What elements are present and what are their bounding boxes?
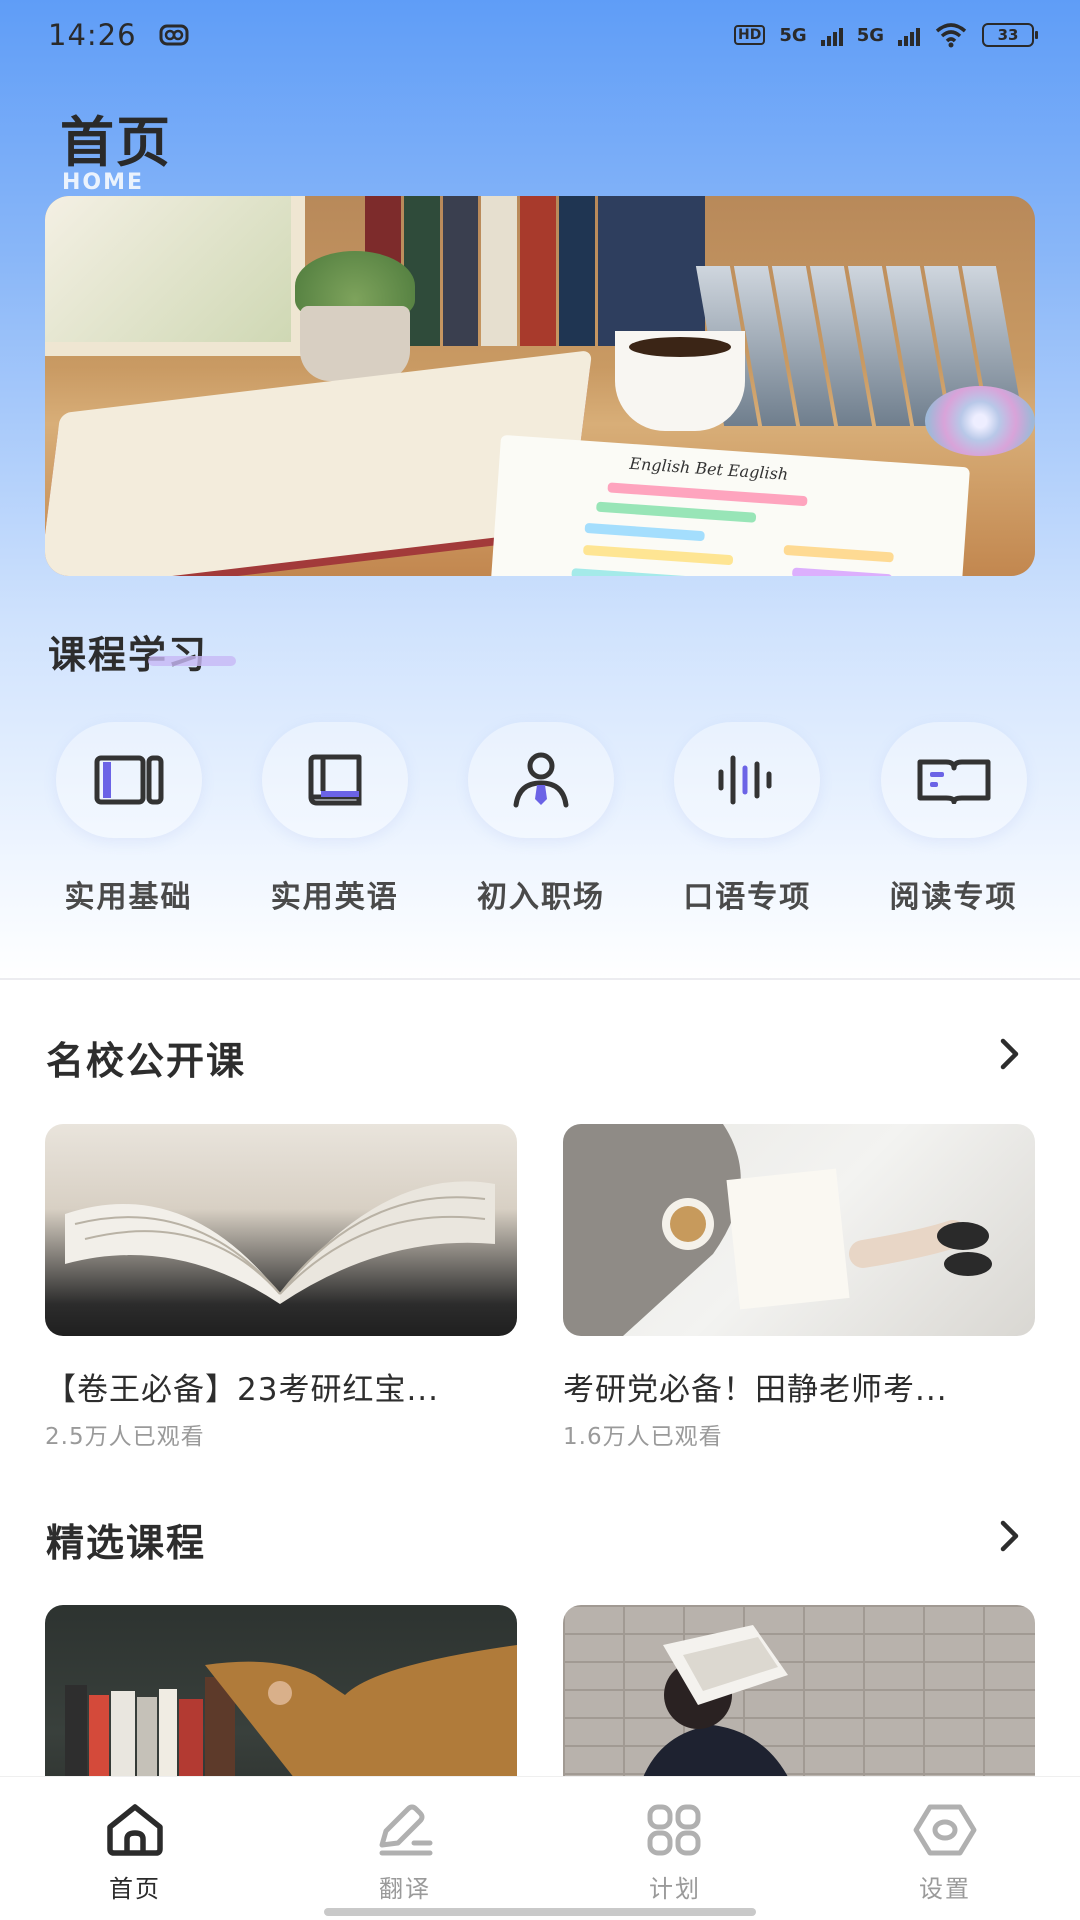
status-indicators: HD 5G 5G 33 xyxy=(734,22,1038,48)
settings-hexagon-icon xyxy=(913,1804,977,1856)
home-indicator[interactable] xyxy=(324,1908,756,1916)
open-course-card[interactable]: 【卷王必备】23考研红宝... 2.5万人已观看 xyxy=(45,1124,517,1451)
nav-plan[interactable]: 计划 xyxy=(575,1777,775,1920)
page-subtitle: HOME xyxy=(62,170,145,195)
hero-banner[interactable]: English Bet Eaglish xyxy=(45,196,1035,576)
category-practical-english[interactable]: 实用英语 xyxy=(252,722,417,916)
home-icon xyxy=(107,1804,163,1856)
hero-bookshelf-illustration xyxy=(365,196,706,346)
category-label: 阅读专项 xyxy=(889,880,1018,915)
hero-window-illustration xyxy=(45,196,305,356)
category-speaking[interactable]: 口语专项 xyxy=(665,722,830,916)
open-book-photo xyxy=(65,1181,495,1304)
chevron-right-icon xyxy=(1000,1520,1019,1552)
status-time-group: 14:26 xyxy=(48,18,189,52)
hd-badge: HD xyxy=(734,25,766,45)
nav-translate-label: 翻译 xyxy=(379,1875,431,1903)
signal-icon-2 xyxy=(898,24,920,46)
battery-icon: 33 xyxy=(982,23,1038,47)
nav-home-label: 首页 xyxy=(109,1875,161,1903)
category-icon-container xyxy=(468,722,614,838)
category-label: 初入职场 xyxy=(477,880,605,915)
course-views: 2.5万人已观看 xyxy=(45,1424,205,1450)
featured-section-title: 精选课程 xyxy=(46,1521,207,1565)
course-title: 考研党必备！田静老师考... xyxy=(563,1372,948,1408)
wifi-icon xyxy=(935,23,967,48)
status-bar: 14:26 HD 5G 5G 33 xyxy=(0,0,1080,70)
hero-coffee-cup-illustration xyxy=(615,331,745,431)
signal-icon xyxy=(820,24,843,46)
course-section-title-underline xyxy=(148,656,236,666)
category-icon-container xyxy=(261,722,408,838)
hero-pot-illustration xyxy=(300,306,410,381)
nav-home[interactable]: 首页 xyxy=(35,1777,235,1920)
reading-person-photo xyxy=(563,1124,992,1336)
battery-level: 33 xyxy=(997,26,1019,44)
network-label-2: 5G xyxy=(856,24,884,46)
bottom-navigation: 首页 翻译 计划 设置 xyxy=(0,1776,1080,1920)
course-views: 1.6万人已观看 xyxy=(563,1424,723,1450)
home-screen: 14:26 HD 5G 5G 33 首页 HOME English Bet Ea… xyxy=(0,0,1080,1920)
grid-icon xyxy=(647,1804,701,1856)
hero-cd-disc-illustration xyxy=(925,386,1035,456)
hero-notebook-text: English Bet Eaglish xyxy=(628,453,789,484)
status-time: 14:26 xyxy=(48,18,137,52)
course-category-row: 实用基础 实用英语 初入职场 口语专项 阅读专项 xyxy=(46,722,1036,916)
category-label: 实用英语 xyxy=(270,880,399,915)
course-thumbnail xyxy=(45,1124,517,1336)
nav-settings[interactable]: 设置 xyxy=(845,1777,1045,1920)
page-title: 首页 xyxy=(60,111,172,174)
nav-translate[interactable]: 翻译 xyxy=(305,1777,505,1920)
pen-icon xyxy=(379,1804,433,1856)
featured-more-button[interactable] xyxy=(990,1516,1030,1556)
book-icon xyxy=(308,754,362,806)
course-section-title: 课程学习 xyxy=(48,633,209,677)
category-label: 口语专项 xyxy=(683,880,812,915)
category-reading[interactable]: 阅读专项 xyxy=(871,722,1036,916)
category-basic[interactable]: 实用基础 xyxy=(46,722,211,916)
open-course-card[interactable]: 考研党必备！田静老师考... 1.6万人已观看 xyxy=(563,1124,1035,1451)
chevron-right-icon xyxy=(1000,1038,1019,1070)
course-title: 【卷王必备】23考研红宝... xyxy=(45,1372,440,1408)
screen-record-icon xyxy=(159,24,189,46)
section-divider xyxy=(0,978,1080,980)
person-tie-icon xyxy=(513,752,569,808)
open-book-icon xyxy=(917,759,990,804)
category-icon-container xyxy=(880,722,1027,838)
book-columns-icon xyxy=(94,755,163,805)
nav-plan-label: 计划 xyxy=(649,1875,701,1903)
course-thumbnail xyxy=(563,1124,1035,1336)
open-course-section-title: 名校公开课 xyxy=(46,1039,247,1083)
nav-settings-label: 设置 xyxy=(919,1875,971,1903)
category-icon-container xyxy=(55,722,202,838)
category-label: 实用基础 xyxy=(64,880,193,915)
category-workplace[interactable]: 初入职场 xyxy=(459,722,624,916)
category-icon-container xyxy=(674,722,821,838)
hero-notebook-illustration: English Bet Eaglish xyxy=(489,434,971,576)
open-course-more-button[interactable] xyxy=(990,1034,1030,1074)
sound-wave-icon xyxy=(718,755,772,805)
network-label-1: 5G xyxy=(779,24,807,46)
